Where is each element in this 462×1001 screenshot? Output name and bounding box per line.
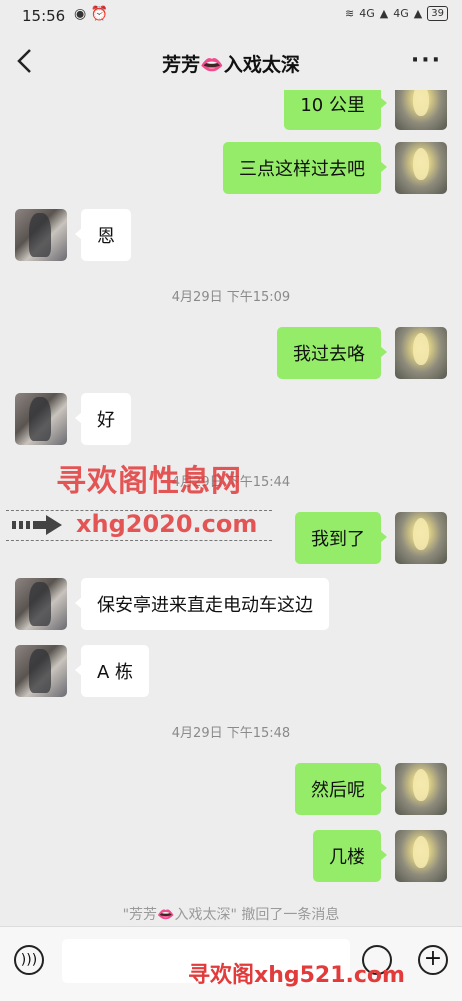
avatar-self[interactable] [395,142,447,194]
avatar-contact[interactable] [15,578,67,630]
avatar-self[interactable] [395,90,447,130]
message-bubble-self[interactable]: 三点这样过去吧 [223,142,387,194]
message-text: 10 公里 [300,95,365,116]
message-timestamp: 4月29日 下午15:48 [171,726,291,741]
message-text: 恩 [97,226,115,247]
chat-header: 芳芳👄入戏太深 ··· [0,34,462,90]
status-notification-icons: ◉ ⏰ [74,6,109,22]
message-bubble-self[interactable]: 几楼 [313,830,387,882]
watermark-divider [6,540,272,542]
message-timestamp: 4月29日 下午15:09 [171,290,291,305]
more-icon[interactable]: ··· [411,48,442,73]
message-text: 我到了 [311,529,365,550]
input-bar: ))) + 寻欢阁xhg521.com [0,926,462,1001]
status-time: 15:56 [22,7,66,25]
message-text: 几楼 [329,847,365,868]
chat-title: 芳芳👄入戏太深 [162,54,300,76]
watermark-arrow-icon [12,515,62,535]
footer-watermark: 寻欢阁xhg521.com [188,963,405,988]
voice-input-icon[interactable]: ))) [14,945,44,975]
signal-icon: ▲ [379,7,389,20]
wifi-icon: ≋ [345,7,355,20]
status-right: ≋ 4G ▲ 4G ▲ 39 [345,6,448,21]
message-bubble-self[interactable]: 然后呢 [295,763,387,815]
plus-icon[interactable]: + [418,945,448,975]
signal-1-label: 4G [359,7,375,20]
avatar-self[interactable] [395,763,447,815]
watermark-url: xhg2020.com [76,510,258,538]
message-text: 保安亭进来直走电动车这边 [97,595,313,616]
signal-icon-2: ▲ [413,7,423,20]
avatar-self[interactable] [395,512,447,564]
avatar-contact[interactable] [15,393,67,445]
message-bubble-self[interactable]: 我到了 [295,512,387,564]
chat-message-list[interactable]: 10 公里 三点这样过去吧 恩 4月29日 下午15:09 我过去咯 好 4月2… [0,90,462,926]
battery-icon: 39 [427,6,448,21]
message-text: 我过去咯 [293,344,365,365]
message-bubble-other[interactable]: A 栋 [74,645,150,697]
message-bubble-other[interactable]: 恩 [75,209,131,261]
message-bubble-self[interactable]: 10 公里 [284,90,387,130]
message-bubble-other[interactable]: 保安亭进来直走电动车这边 [75,578,329,630]
message-text: A 栋 [97,662,134,683]
message-bubble-other[interactable]: 好 [75,393,131,445]
recall-notice: "芳芳👄入戏太深" 撤回了一条消息 [122,907,340,923]
message-text: 三点这样过去吧 [239,159,365,180]
watermark-title: 寻欢阁性息网 [56,464,242,499]
message-bubble-self[interactable]: 我过去咯 [277,327,387,379]
message-text: 然后呢 [311,780,365,801]
avatar-self[interactable] [395,830,447,882]
message-text: 好 [97,410,115,431]
signal-2-label: 4G [393,7,409,20]
avatar-self[interactable] [395,327,447,379]
avatar-contact[interactable] [15,209,67,261]
avatar-contact[interactable] [15,645,67,697]
status-bar: 15:56 ◉ ⏰ ≋ 4G ▲ 4G ▲ 39 [0,0,462,34]
